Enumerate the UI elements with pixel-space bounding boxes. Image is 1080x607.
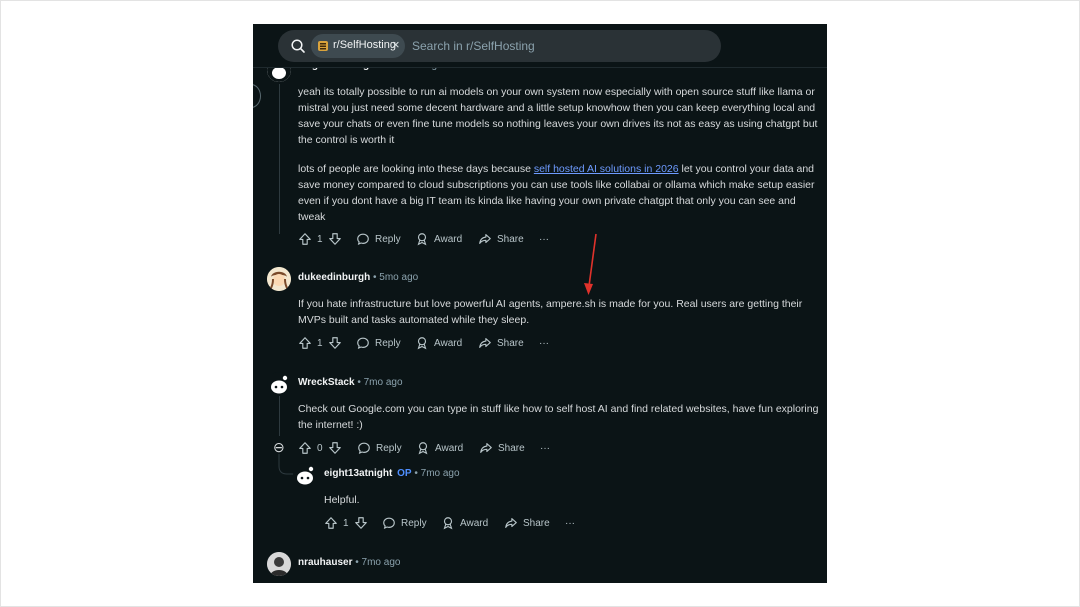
red-annotation-arrow-icon xyxy=(584,233,597,295)
reddit-comments-panel: Bright-Leading-4973 • 5mo ago yeah its t… xyxy=(253,24,827,583)
